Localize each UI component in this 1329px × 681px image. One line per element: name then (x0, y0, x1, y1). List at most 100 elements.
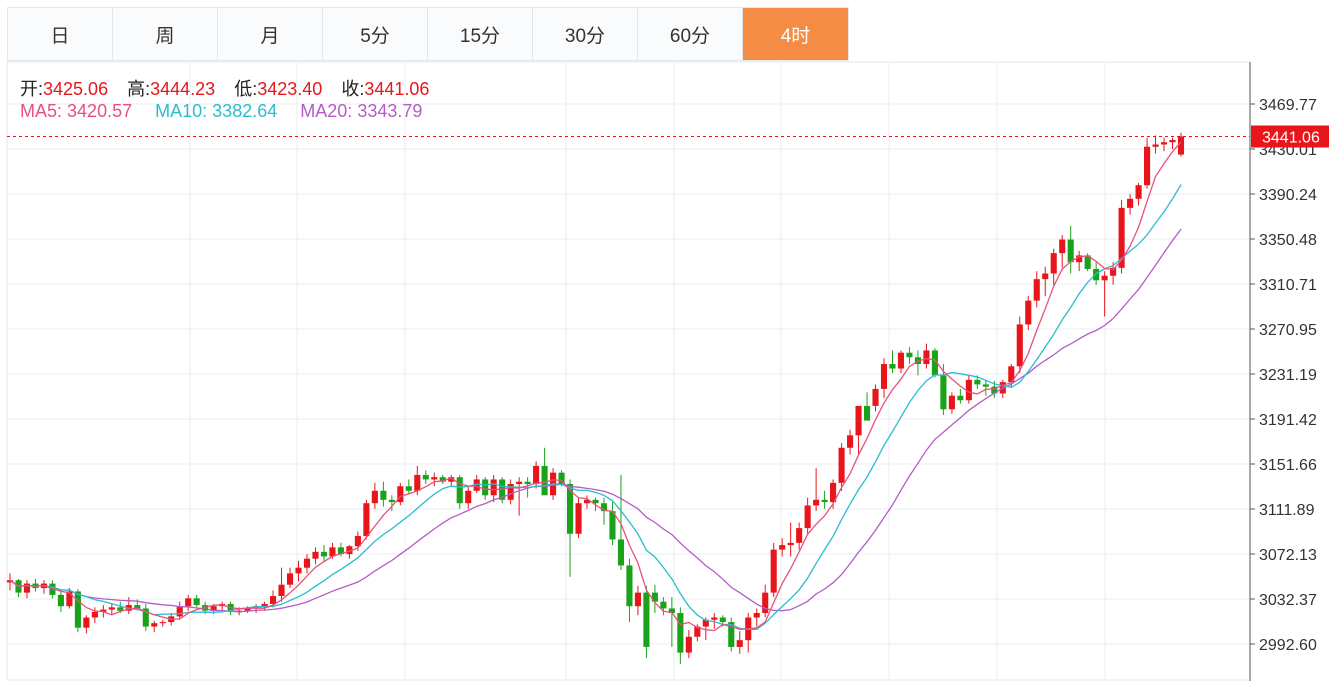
ma5-value: 3420.57 (67, 101, 133, 121)
open-value: 3425.06 (43, 79, 109, 99)
close-label: 收: (341, 79, 365, 99)
ma20-readout: MA20: 3343.79 (300, 101, 422, 121)
ma10-value: 3382.64 (212, 101, 278, 121)
candle-body (286, 573, 294, 585)
y-tick-label: 3111.89 (1259, 502, 1315, 519)
ma20-label: MA20: (300, 101, 353, 121)
candle-body (1101, 275, 1108, 281)
candle-body (1160, 142, 1168, 145)
candle-body (431, 477, 438, 480)
y-tick-label: 3310.71 (1259, 277, 1317, 294)
candle-body (159, 622, 166, 624)
candle-body (1135, 185, 1142, 199)
candle-body (711, 617, 718, 620)
candle-body (813, 499, 820, 506)
candle-body (660, 601, 667, 609)
ma10-line (9, 184, 1182, 630)
candle-body (796, 528, 803, 543)
ma-info: MA5: 3420.57 MA10: 3382.64 MA20: 3343.79 (20, 101, 422, 122)
y-tick-label: 3072.13 (1259, 547, 1317, 564)
candle-body (312, 551, 319, 559)
candle-body (974, 379, 981, 385)
y-tick-label: 3231.19 (1259, 367, 1317, 384)
candle-body (176, 606, 183, 617)
candle-body (405, 486, 412, 491)
candle-body (906, 352, 913, 358)
candle-body (779, 545, 786, 550)
candle-body (414, 474, 421, 491)
candle-body (108, 607, 115, 610)
candle-body (1144, 146, 1151, 186)
candle-body (1152, 144, 1159, 147)
candle-body (762, 592, 769, 613)
candle-body (1050, 253, 1057, 274)
candle-body (524, 481, 531, 484)
candle-body (863, 405, 871, 421)
low-value: 3423.40 (257, 79, 323, 99)
high-label: 高: (127, 79, 151, 99)
candle-body (1093, 268, 1100, 281)
candle-body (151, 623, 158, 627)
candle-body (380, 490, 387, 500)
candle-body (753, 612, 760, 618)
candle-body (575, 503, 582, 534)
last-price-label: 3441.06 (1262, 129, 1320, 146)
candle-body (940, 375, 947, 410)
candle-body (643, 592, 650, 647)
high-value: 3444.23 (150, 79, 216, 99)
candle-body (278, 584, 285, 597)
low-label: 低: (234, 79, 258, 99)
candle-body (736, 640, 743, 647)
ma20-line (9, 228, 1182, 613)
candle-body (465, 490, 472, 504)
candle-body (897, 352, 905, 369)
candle-body (838, 447, 845, 483)
ma10-readout: MA10: 3382.64 (155, 101, 277, 121)
candle-body (516, 481, 523, 484)
candle-body (923, 350, 930, 365)
y-tick-label: 3469.77 (1259, 97, 1317, 114)
candle-body (889, 364, 896, 369)
candle-body (185, 598, 192, 607)
candle-body (719, 617, 726, 623)
y-tick-label: 3151.66 (1259, 457, 1317, 474)
candle-body (320, 551, 328, 557)
candle-body (533, 465, 540, 484)
candle-body (482, 479, 489, 496)
candle-body (626, 565, 633, 607)
candle-body (685, 636, 692, 653)
candle-body (57, 594, 64, 607)
candle-body (1169, 139, 1176, 143)
candle-body (1033, 279, 1040, 301)
candle-body (634, 592, 641, 607)
candle-body (371, 490, 378, 504)
candle-body (1067, 239, 1074, 263)
candle-body (66, 591, 73, 607)
candle-body (456, 477, 463, 504)
candle-body (787, 542, 794, 546)
ohlc-info: 开:3425.06 高:3444.23 低:3423.40 收:3441.06 (20, 75, 443, 101)
y-tick-label: 3191.42 (1259, 412, 1317, 429)
candle-body (422, 474, 429, 480)
candle-body (1042, 273, 1049, 280)
candle-body (804, 505, 811, 529)
candle-body (677, 612, 684, 653)
candle-body (847, 435, 854, 448)
y-tick-label: 3032.37 (1259, 592, 1317, 609)
candle-body (269, 596, 277, 604)
candle-body (1059, 239, 1066, 254)
candle-body (948, 395, 955, 410)
candle-body (193, 598, 200, 606)
candle-body (880, 364, 888, 389)
candle-body (74, 591, 81, 628)
candle-body (388, 499, 395, 503)
candle-body (872, 388, 879, 406)
candle-body (541, 465, 548, 496)
y-tick-label: 2992.60 (1259, 637, 1317, 654)
candle-body (855, 405, 862, 436)
candle-body (617, 539, 625, 566)
open-label: 开: (20, 79, 44, 99)
candle-body (1025, 300, 1032, 325)
ma5-label: MA5: (20, 101, 63, 121)
candle-body (1127, 198, 1134, 208)
